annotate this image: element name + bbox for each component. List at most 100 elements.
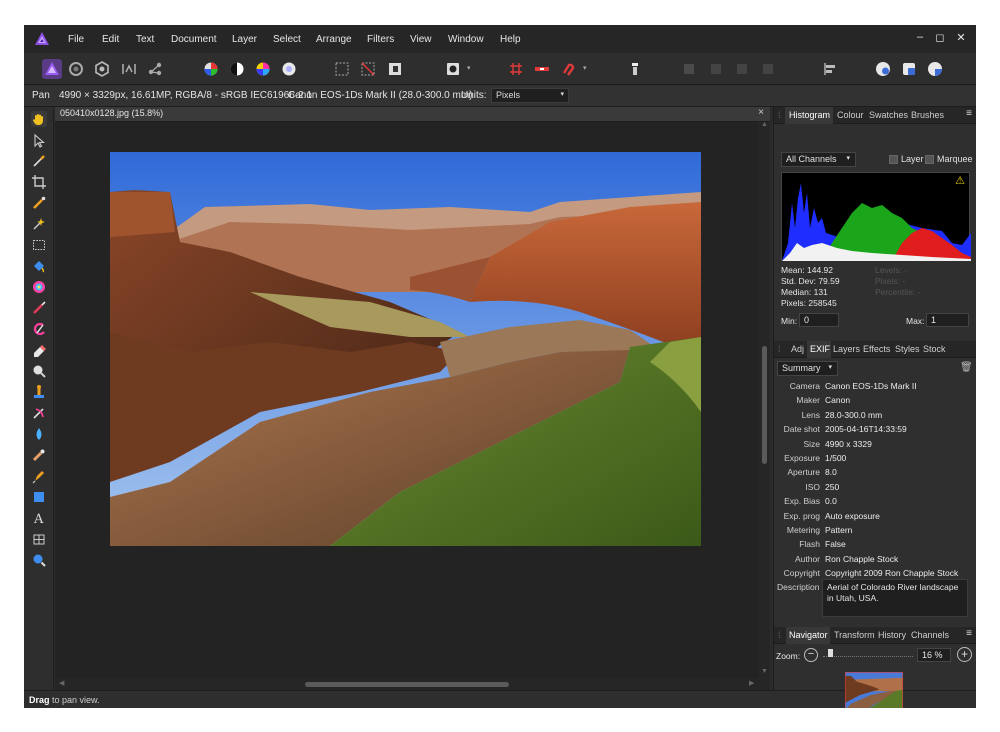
develop-persona-icon[interactable] bbox=[92, 59, 112, 79]
smudge-tool-icon[interactable] bbox=[31, 447, 47, 463]
quick-mask-icon[interactable] bbox=[443, 59, 463, 79]
menu-help[interactable]: Help bbox=[500, 34, 521, 45]
menu-view[interactable]: View bbox=[410, 34, 432, 45]
document-tab[interactable]: 050410x0128.jpg (15.8%) × bbox=[55, 107, 770, 122]
blemish-removal-tool-icon[interactable] bbox=[31, 405, 47, 421]
tab-exif[interactable]: EXIF bbox=[810, 344, 830, 354]
document-canvas[interactable] bbox=[55, 122, 759, 678]
tab-colour[interactable]: Colour bbox=[837, 110, 864, 120]
arrange-front-icon[interactable] bbox=[758, 59, 778, 79]
app-logo-icon[interactable] bbox=[34, 31, 50, 47]
zoom-tool-icon[interactable] bbox=[31, 552, 47, 568]
tab-brushes[interactable]: Brushes bbox=[911, 110, 944, 120]
max-input[interactable]: 1 bbox=[926, 313, 969, 327]
flood-fill-tool-icon[interactable] bbox=[31, 258, 47, 274]
menu-layer[interactable]: Layer bbox=[232, 34, 257, 45]
trash-icon[interactable]: 🗑 bbox=[960, 362, 973, 373]
panel-grip-icon[interactable]: ⁞ bbox=[778, 344, 781, 354]
move-tool-icon[interactable] bbox=[31, 133, 47, 149]
menu-text[interactable]: Text bbox=[136, 34, 154, 45]
units-select[interactable]: Pixels ▾ bbox=[491, 88, 569, 103]
photo-persona-icon[interactable] bbox=[42, 59, 62, 79]
deselect-icon[interactable] bbox=[358, 59, 378, 79]
rectangle-tool-icon[interactable] bbox=[31, 489, 47, 505]
move-to-front-icon[interactable] bbox=[625, 59, 645, 79]
marquee-checkbox[interactable] bbox=[925, 155, 934, 164]
gradient-tool-icon[interactable] bbox=[31, 279, 47, 295]
crop-tool-icon[interactable] bbox=[31, 174, 47, 190]
erase-brush-tool-icon[interactable] bbox=[31, 342, 47, 358]
vertical-scroll-thumb[interactable] bbox=[762, 346, 767, 464]
menu-document[interactable]: Document bbox=[171, 34, 217, 45]
close-window-button[interactable]: ✕ bbox=[953, 31, 969, 44]
navigator-thumbnail[interactable] bbox=[845, 672, 903, 708]
channel-select[interactable]: All Channels ▾ bbox=[781, 152, 856, 167]
tab-swatches[interactable]: Swatches bbox=[869, 110, 908, 120]
auto-contrast-icon[interactable] bbox=[227, 59, 247, 79]
color-replacement-tool-icon[interactable] bbox=[31, 321, 47, 337]
scroll-up-icon[interactable]: ▲ bbox=[761, 121, 768, 128]
tab-channels[interactable]: Channels bbox=[911, 630, 949, 640]
studio-panels-icon[interactable] bbox=[899, 59, 919, 79]
auto-white-balance-icon[interactable] bbox=[279, 59, 299, 79]
zoom-input[interactable]: 16 % bbox=[917, 648, 951, 662]
horizontal-scrollbar[interactable]: ◀ ▶ bbox=[55, 678, 770, 690]
auto-levels-icon[interactable] bbox=[201, 59, 221, 79]
menu-file[interactable]: File bbox=[68, 34, 84, 45]
clone-brush-tool-icon[interactable] bbox=[31, 384, 47, 400]
tab-effects[interactable]: Effects bbox=[863, 344, 890, 354]
zoom-slider-thumb[interactable] bbox=[828, 649, 833, 657]
zoom-out-icon[interactable]: − bbox=[804, 648, 818, 662]
zoom-slider[interactable] bbox=[823, 649, 913, 661]
menu-select[interactable]: Select bbox=[273, 34, 301, 45]
scroll-left-icon[interactable]: ◀ bbox=[59, 679, 64, 687]
vertical-scrollbar[interactable]: ▲ ▼ bbox=[759, 121, 770, 678]
close-document-icon[interactable]: × bbox=[758, 107, 764, 118]
arrange-forward-icon[interactable] bbox=[732, 59, 752, 79]
marquee-select-icon[interactable] bbox=[332, 59, 352, 79]
export-persona-icon[interactable] bbox=[145, 59, 165, 79]
settings-disc-icon[interactable] bbox=[925, 59, 945, 79]
text-tool-icon[interactable]: A bbox=[31, 510, 47, 526]
menu-window[interactable]: Window bbox=[448, 34, 484, 45]
arrange-backward-icon[interactable] bbox=[706, 59, 726, 79]
assistant-icon[interactable] bbox=[532, 59, 552, 79]
description-field[interactable]: Aerial of Colorado River landscape in Ut… bbox=[822, 579, 968, 617]
layer-checkbox[interactable] bbox=[889, 155, 898, 164]
tab-histogram[interactable]: Histogram bbox=[789, 110, 830, 120]
mesh-warp-tool-icon[interactable] bbox=[31, 531, 47, 547]
arrange-back-icon[interactable] bbox=[679, 59, 699, 79]
panel-menu-icon[interactable]: ≡ bbox=[966, 628, 972, 639]
blur-brush-tool-icon[interactable] bbox=[31, 426, 47, 442]
snapping-dropdown-icon[interactable]: ▾ bbox=[583, 64, 587, 72]
panel-grip-icon[interactable]: ⁞ bbox=[778, 630, 781, 640]
flood-select-tool-icon[interactable] bbox=[31, 216, 47, 232]
auto-colours-icon[interactable] bbox=[253, 59, 273, 79]
rectangular-marquee-tool-icon[interactable] bbox=[31, 237, 47, 253]
align-icon[interactable] bbox=[820, 59, 840, 79]
view-tool-hand-icon[interactable] bbox=[31, 111, 47, 127]
horizontal-scroll-thumb[interactable] bbox=[305, 682, 509, 687]
user-profile-icon[interactable] bbox=[873, 59, 893, 79]
panel-grip-icon[interactable]: ⁞ bbox=[778, 110, 781, 120]
tab-history[interactable]: History bbox=[878, 630, 906, 640]
snapping-magnet-icon[interactable] bbox=[558, 59, 578, 79]
snapping-grid-icon[interactable] bbox=[506, 59, 526, 79]
tab-layers[interactable]: Layers bbox=[833, 344, 860, 354]
maximize-button[interactable]: ◻ bbox=[932, 31, 948, 44]
scroll-right-icon[interactable]: ▶ bbox=[749, 679, 754, 687]
zoom-in-icon[interactable]: + bbox=[957, 647, 972, 662]
invert-selection-icon[interactable] bbox=[385, 59, 405, 79]
scroll-down-icon[interactable]: ▼ bbox=[761, 668, 768, 675]
tab-stock[interactable]: Stock bbox=[923, 344, 946, 354]
menu-arrange[interactable]: Arrange bbox=[316, 34, 352, 45]
tab-adj[interactable]: Adj bbox=[791, 344, 804, 354]
liquify-persona-icon[interactable] bbox=[66, 59, 86, 79]
tone-mapping-persona-icon[interactable] bbox=[119, 59, 139, 79]
panel-menu-icon[interactable]: ≡ bbox=[966, 108, 972, 119]
tab-transform[interactable]: Transform bbox=[834, 630, 875, 640]
paint-brush-tool-icon[interactable] bbox=[31, 300, 47, 316]
tab-navigator[interactable]: Navigator bbox=[789, 630, 828, 640]
selection-brush-tool-icon[interactable] bbox=[31, 195, 47, 211]
min-input[interactable]: 0 bbox=[799, 313, 839, 327]
